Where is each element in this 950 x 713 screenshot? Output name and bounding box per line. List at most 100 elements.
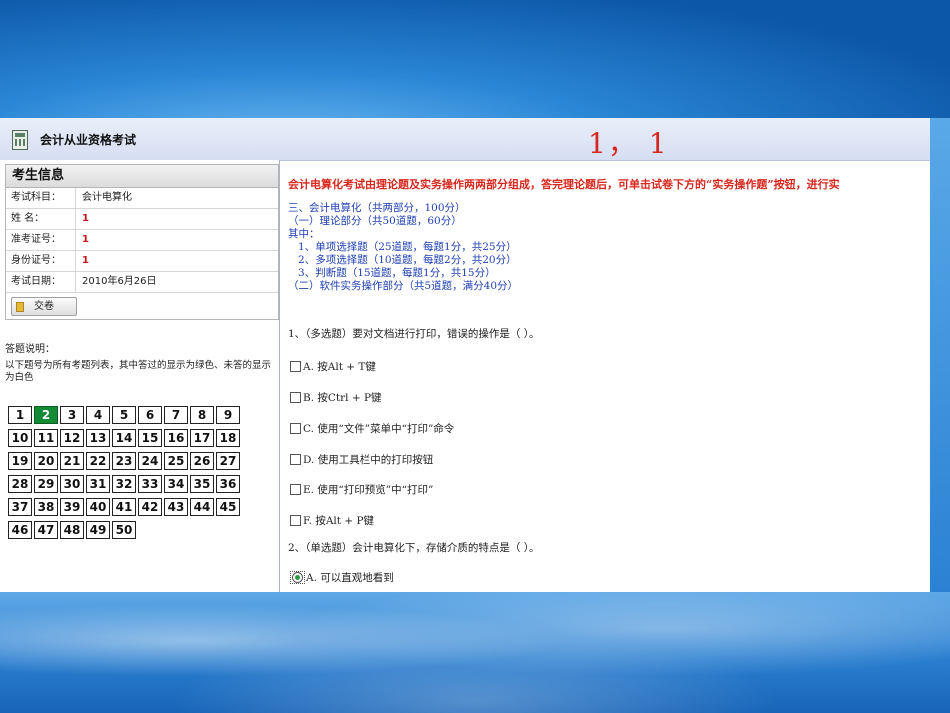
question-number-cell[interactable]: 40 (86, 498, 110, 516)
question-number-cell[interactable]: 15 (138, 429, 162, 447)
app-title: 会计从业资格考试 (40, 133, 137, 147)
submit-button[interactable]: 交卷 (11, 297, 77, 316)
info-row-name: 姓 名： 1 (6, 209, 278, 230)
option-label: B. 按Ctrl + P键 (303, 392, 382, 404)
question-1-option-d[interactable]: D. 使用工具栏中的打印按钮 (290, 452, 433, 467)
question-number-cell[interactable]: 1 (8, 406, 32, 424)
question-1-option-f[interactable]: F. 按Alt + P键 (290, 513, 374, 528)
info-label: 考试科目： (6, 188, 76, 208)
checkbox[interactable] (290, 484, 301, 495)
question-number-cell[interactable]: 45 (216, 498, 240, 516)
question-number-cell[interactable]: 14 (112, 429, 136, 447)
question-number-cell[interactable]: 39 (60, 498, 84, 516)
checkbox[interactable] (290, 361, 301, 372)
candidate-info-heading: 考生信息 (6, 165, 278, 188)
question-number-cell[interactable]: 37 (8, 498, 32, 516)
paper-icon (16, 302, 24, 312)
checkbox[interactable] (290, 515, 301, 526)
info-value: 会计电算化 (82, 192, 132, 203)
info-row-ticket: 准考证号： 1 (6, 230, 278, 251)
question-number-cell[interactable]: 32 (112, 475, 136, 493)
question-number-cell[interactable]: 12 (60, 429, 84, 447)
question-number-cell[interactable]: 7 (164, 406, 188, 424)
score-line: （二）软件实务操作部分（共5道题，满分40分） (288, 280, 519, 292)
score-line: （一）理论部分（共50道题，60分） (288, 215, 462, 227)
question-number-cell[interactable]: 11 (34, 429, 58, 447)
instructions-title: 答题说明： (5, 344, 55, 355)
question-number-cell[interactable]: 38 (34, 498, 58, 516)
checkbox[interactable] (290, 454, 301, 465)
calculator-icon (12, 130, 28, 150)
checkbox[interactable] (290, 392, 301, 403)
question-number-cell[interactable]: 42 (138, 498, 162, 516)
question-number-cell[interactable]: 34 (164, 475, 188, 493)
info-value: 1 (82, 213, 89, 224)
question-number-cell[interactable]: 50 (112, 521, 136, 539)
question-number-cell[interactable]: 16 (164, 429, 188, 447)
info-label: 准考证号： (6, 230, 76, 250)
candidate-info: 考生信息 考试科目： 会计电算化 姓 名： 1 准考证号： 1 身份证号： 1 … (5, 164, 279, 320)
title-bar: 会计从业资格考试 1， 1 (0, 118, 930, 161)
question-number-cell[interactable]: 31 (86, 475, 110, 493)
question-number-cell[interactable]: 21 (60, 452, 84, 470)
question-2-stem: 2、（单选题）会计电算化下，存储介质的特点是（ ）。 (288, 542, 540, 554)
question-2-option-a[interactable]: A. 可以直观地看到 (290, 570, 394, 585)
instructions-text: 以下题号为所有考题列表，其中答过的显示为绿色、未答的显示为白色 (5, 360, 272, 383)
checkbox[interactable] (290, 423, 301, 434)
question-number-cell[interactable]: 33 (138, 475, 162, 493)
info-row-date: 考试日期： 2010年6月26日 (6, 272, 278, 293)
option-label: D. 使用工具栏中的打印按钮 (303, 454, 434, 466)
question-number-cell[interactable]: 43 (164, 498, 188, 516)
question-number-cell[interactable]: 3 (60, 406, 84, 424)
question-number-cell[interactable]: 6 (138, 406, 162, 424)
question-1-stem: 1、（多选题）要对文档进行打印，错误的操作是（ ）。 (288, 328, 540, 340)
question-number-cell[interactable]: 35 (190, 475, 214, 493)
option-label: F. 按Alt + P键 (303, 515, 375, 527)
option-label: C. 使用“文件”菜单中“打印”命令 (303, 423, 455, 435)
question-number-cell[interactable]: 13 (86, 429, 110, 447)
question-1-option-c[interactable]: C. 使用“文件”菜单中“打印”命令 (290, 421, 454, 436)
radio-button-selected[interactable] (292, 572, 303, 583)
question-number-cell[interactable]: 29 (34, 475, 58, 493)
question-number-cell[interactable]: 44 (190, 498, 214, 516)
question-number-cell[interactable]: 8 (190, 406, 214, 424)
question-number-cell[interactable]: 5 (112, 406, 136, 424)
question-number-cell[interactable]: 26 (190, 452, 214, 470)
question-number-cell[interactable]: 10 (8, 429, 32, 447)
desktop-background-top (0, 0, 950, 118)
question-number-cell[interactable]: 2 (34, 406, 58, 424)
info-label: 身份证号： (6, 251, 76, 271)
question-number-cell[interactable]: 41 (112, 498, 136, 516)
question-number-cell[interactable]: 27 (216, 452, 240, 470)
option-label: A. 按Alt + T键 (303, 361, 376, 373)
score-line: 1、单项选择题（25道题，每题1分，共25分） (288, 241, 517, 253)
question-number-cell[interactable]: 18 (216, 429, 240, 447)
question-number-cell[interactable]: 4 (86, 406, 110, 424)
info-value: 2010年6月26日 (82, 276, 157, 287)
question-number-cell[interactable]: 30 (60, 475, 84, 493)
option-label: E. 使用“打印预览”中“打印” (303, 484, 434, 496)
question-number-cell[interactable]: 9 (216, 406, 240, 424)
score-line: 其中： (288, 228, 320, 240)
question-1-option-b[interactable]: B. 按Ctrl + P键 (290, 390, 382, 405)
question-1-option-e[interactable]: E. 使用“打印预览”中“打印” (290, 482, 433, 497)
question-number-cell[interactable]: 36 (216, 475, 240, 493)
question-number-cell[interactable]: 49 (86, 521, 110, 539)
question-number-cell[interactable]: 17 (190, 429, 214, 447)
question-number-cell[interactable]: 47 (34, 521, 58, 539)
radio-focus-box[interactable] (290, 571, 305, 584)
question-number-cell[interactable]: 48 (60, 521, 84, 539)
info-row-subject: 考试科目： 会计电算化 (6, 188, 278, 209)
header-number: 1， 1 (588, 127, 669, 160)
question-number-cell[interactable]: 28 (8, 475, 32, 493)
question-number-grid: 1 2 3 4 5 6 7 8 9 10 11 12 13 14 15 16 17 18 19 20 21 22 23 24 2… (8, 406, 248, 540)
question-number-cell[interactable]: 19 (8, 452, 32, 470)
question-number-cell[interactable]: 22 (86, 452, 110, 470)
question-number-cell[interactable]: 20 (34, 452, 58, 470)
question-number-cell[interactable]: 23 (112, 452, 136, 470)
question-1-option-a[interactable]: A. 按Alt + T键 (290, 359, 376, 374)
question-number-cell[interactable]: 25 (164, 452, 188, 470)
question-number-cell[interactable]: 46 (8, 521, 32, 539)
left-panel: 考生信息 考试科目： 会计电算化 姓 名： 1 准考证号： 1 身份证号： 1 … (0, 160, 280, 592)
question-number-cell[interactable]: 24 (138, 452, 162, 470)
